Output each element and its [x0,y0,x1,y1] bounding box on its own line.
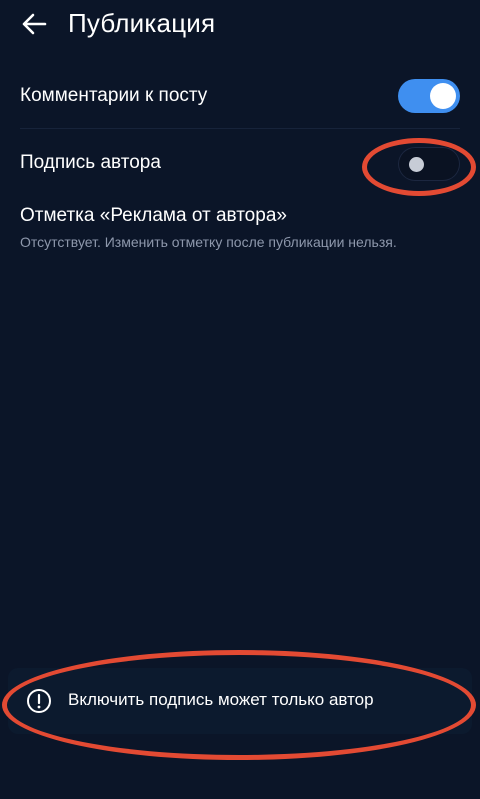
ad-mark-title[interactable]: Отметка «Реклама от автора» [20,205,287,227]
toggle-knob [430,83,456,109]
divider [20,128,460,129]
back-button[interactable] [16,8,52,40]
notice-text: Включить подпись может только автор [68,690,374,709]
comments-toggle[interactable] [398,79,460,113]
app-header: Публикация [0,0,480,48]
arrow-left-icon [22,13,47,35]
toggle-knob [409,157,424,172]
comments-label: Комментарии к посту [20,85,208,106]
exclamation-circle-icon [27,689,51,713]
notice-banner: Включить подпись может только автор [8,668,472,734]
author-signature-label: Подпись автора [20,152,161,173]
page-title: Публикация [68,8,216,38]
author-signature-toggle[interactable] [398,147,460,181]
ad-mark-subtitle: Отсутствует. Изменить отметку после публ… [20,234,397,250]
